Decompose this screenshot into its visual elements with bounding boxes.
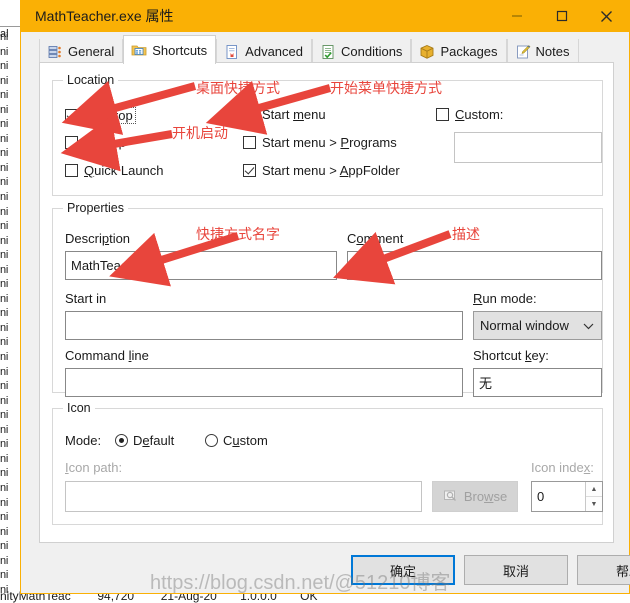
checkbox-box — [65, 109, 78, 122]
tab-advanced[interactable]: Advanced — [216, 39, 312, 64]
stepper-down-icon[interactable]: ▼ — [586, 497, 602, 511]
comment-input[interactable] — [347, 251, 602, 280]
browse-label: Browse — [463, 489, 508, 504]
radio-icon-mode-default[interactable]: Default — [115, 433, 174, 448]
description-input[interactable]: MathTeacher — [65, 251, 337, 280]
radio-icon-mode-custom[interactable]: Custom — [205, 433, 268, 448]
start-in-input[interactable] — [65, 311, 463, 340]
window-title: MathTeacher.exe 属性 — [35, 8, 174, 24]
radio-label: Default — [133, 433, 175, 448]
radio-circle — [205, 434, 218, 447]
checkbox-label: Startup — [84, 135, 126, 150]
icon-index-stepper[interactable]: 0 ▲ ▼ — [531, 481, 603, 512]
radio-label: Custom — [223, 433, 268, 448]
tab-label: Shortcuts — [152, 42, 208, 58]
checkbox-custom[interactable]: Custom: — [436, 107, 503, 122]
chevron-down-icon — [583, 318, 594, 333]
tab-general[interactable]: General — [39, 39, 124, 64]
tab-shortcuts[interactable]: Shortcuts — [123, 35, 217, 64]
cancel-button[interactable]: 取消 — [464, 555, 568, 585]
minimize-icon[interactable] — [494, 0, 539, 32]
tab-packages[interactable]: Packages — [411, 39, 507, 64]
checkbox-label: Start menu > Programs — [262, 135, 397, 150]
checkbox-quick-launch[interactable]: Quick Launch — [65, 163, 164, 178]
icon-index-label: Icon index: — [531, 460, 594, 475]
background-divider — [0, 26, 20, 27]
tab-label: Notes — [535, 44, 570, 59]
icon-mode-label: Mode: — [65, 433, 102, 448]
shortcuts-tab-panel: Location Desktop Startup Quick Launch St… — [39, 62, 614, 543]
tab-label: Advanced — [245, 44, 303, 59]
checkbox-label: Desktop — [82, 107, 136, 124]
properties-group: Properties Description MathTeacher Comme… — [52, 201, 603, 397]
location-group: Location Desktop Startup Quick Launch St… — [52, 73, 603, 196]
checkbox-label: Start menu > AppFolder — [262, 163, 400, 178]
icon-group: Icon Mode: Default Custom Icon path: Bro… — [52, 401, 603, 525]
run-mode-select[interactable]: Normal window — [473, 311, 602, 340]
note-pencil-icon — [515, 44, 531, 60]
annotation-shortcut-name: 快捷方式名字 — [196, 227, 280, 243]
annotation-run-at-startup: 开机启动 — [172, 126, 228, 142]
icon-path-label: Icon path: — [65, 460, 123, 475]
browse-icon — [443, 488, 458, 506]
folder-icon — [131, 42, 147, 58]
checkbox-box — [436, 108, 449, 121]
checklist-icon — [320, 44, 336, 60]
location-group-title: Location — [63, 73, 119, 87]
checkbox-label: Custom: — [455, 107, 504, 122]
package-icon — [419, 44, 435, 60]
tab-conditions[interactable]: Conditions — [312, 39, 412, 64]
checkbox-start-menu[interactable]: Start menu — [243, 107, 326, 122]
command-line-label: Command line — [65, 348, 149, 363]
properties-dialog: MathTeacher.exe 属性 General Shortcuts Adv… — [20, 0, 630, 594]
annotation-start-menu-shortcut: 开始菜单快捷方式 — [330, 81, 442, 97]
stepper-buttons: ▲ ▼ — [585, 482, 602, 511]
command-line-input[interactable] — [65, 368, 463, 397]
checkbox-box — [243, 108, 256, 121]
checkbox-start-menu-programs[interactable]: Start menu > Programs — [243, 135, 397, 150]
custom-path-input[interactable] — [454, 132, 602, 163]
description-label: Description — [65, 231, 131, 246]
checkbox-desktop[interactable]: Desktop — [65, 107, 136, 124]
help-button[interactable]: 帮助 — [577, 555, 630, 585]
tab-label: General — [68, 44, 115, 59]
comment-label: Comment — [347, 231, 404, 246]
tab-notes[interactable]: Notes — [506, 39, 579, 64]
tab-bar: General Shortcuts Advanced Conditions Pa… — [21, 35, 629, 64]
checkbox-label: Quick Launch — [84, 163, 164, 178]
list-icon — [47, 44, 63, 60]
icon-group-title: Icon — [63, 401, 95, 415]
window-controls — [494, 0, 629, 32]
browse-button[interactable]: Browse — [432, 481, 518, 512]
properties-group-title: Properties — [63, 201, 128, 215]
shortcut-key-label: Shortcut key: — [473, 348, 549, 363]
icon-index-value: 0 — [537, 489, 545, 504]
tab-label: Packages — [440, 44, 498, 59]
checkbox-box — [243, 164, 256, 177]
title-bar: MathTeacher.exe 属性 — [21, 0, 629, 32]
document-icon — [224, 44, 240, 60]
run-mode-label: Run mode: — [473, 291, 537, 306]
background-list-column: ni ni ni ni ni ni ni ni ni ni ni ni ni n… — [0, 31, 8, 596]
ok-button[interactable]: 确定 — [351, 555, 455, 585]
checkbox-label: Start menu — [262, 107, 326, 122]
shortcut-key-input[interactable]: 无 — [473, 368, 602, 397]
run-mode-value: Normal window — [480, 318, 569, 333]
checkbox-box — [243, 136, 256, 149]
checkbox-startup[interactable]: Startup — [65, 135, 126, 150]
checkbox-box — [65, 164, 78, 177]
checkbox-start-menu-appfolder[interactable]: Start menu > AppFolder — [243, 163, 400, 178]
radio-circle — [115, 434, 128, 447]
maximize-icon[interactable] — [539, 0, 584, 32]
icon-path-input[interactable] — [65, 481, 422, 512]
close-icon[interactable] — [584, 0, 629, 32]
annotation-description: 描述 — [452, 227, 480, 243]
tab-label: Conditions — [341, 44, 403, 59]
annotation-desktop-shortcut: 桌面快捷方式 — [196, 81, 280, 97]
start-in-label: Start in — [65, 291, 107, 306]
checkbox-box — [65, 136, 78, 149]
stepper-up-icon[interactable]: ▲ — [586, 482, 602, 497]
